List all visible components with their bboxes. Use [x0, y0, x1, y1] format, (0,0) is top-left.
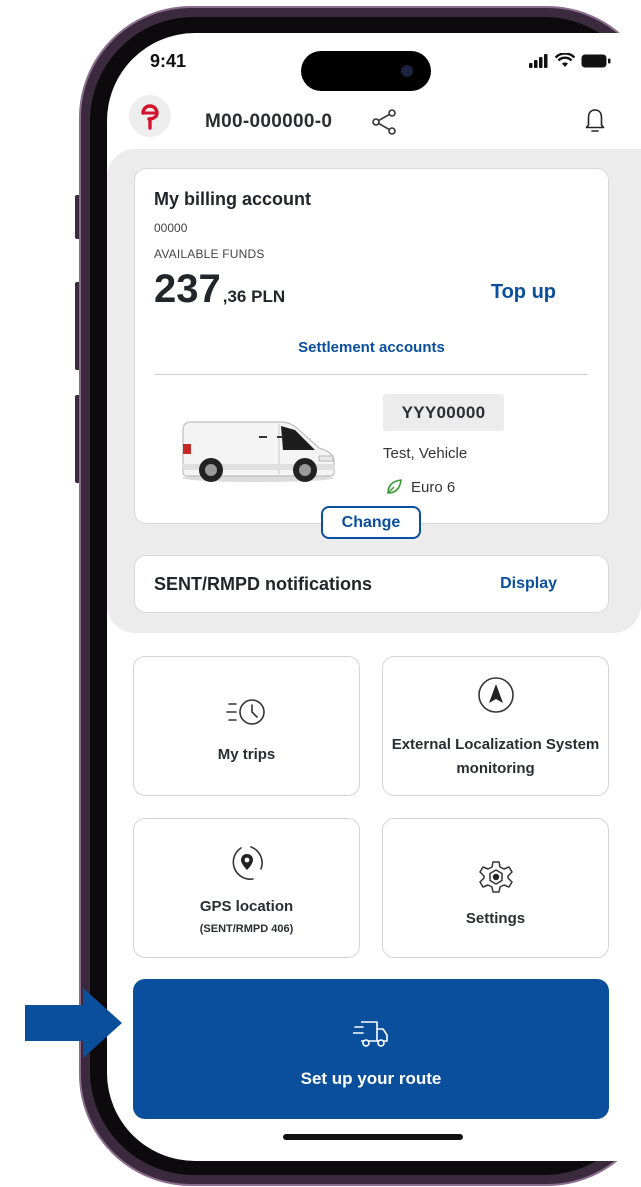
notifications-label: SENT/RMPD notifications	[154, 574, 373, 594]
account-id: M00-000000-0	[205, 111, 333, 132]
navigation-arrow-icon	[477, 677, 514, 713]
change-vehicle-button[interactable]: Change	[321, 506, 421, 539]
phone-screen: 9:41 M00-000000-0 My billing account 000…	[107, 33, 641, 1161]
tile-sublabel: (SENT/RMPD 406)	[199, 923, 294, 935]
dynamic-island	[301, 51, 431, 91]
tile-label: GPS location	[199, 898, 294, 915]
top-up-button[interactable]: Top up	[491, 281, 556, 304]
signal-icon	[529, 53, 548, 68]
gear-icon	[478, 861, 513, 893]
vehicle-name: Test, Vehicle	[383, 445, 468, 462]
tile-my-trips[interactable]: My trips	[133, 656, 360, 796]
set-up-route-label: Set up your route	[300, 1069, 442, 1088]
van-image	[182, 421, 335, 482]
camera-icon	[401, 65, 413, 77]
emission-class: Euro 6	[385, 478, 455, 496]
license-plate: YYY00000	[383, 394, 504, 431]
settlement-accounts-link[interactable]: Settlement accounts	[135, 339, 608, 356]
amount-decimal: ,36 PLN	[222, 287, 286, 306]
emission-class-label: Euro 6	[411, 478, 456, 496]
logo-icon	[141, 104, 159, 130]
status-time: 9:41	[150, 51, 187, 71]
divider	[155, 374, 588, 375]
display-notifications-button[interactable]: Display	[500, 575, 557, 593]
app-logo[interactable]	[129, 95, 171, 137]
pointer-arrow-icon	[25, 988, 122, 1058]
tile-gps-location[interactable]: GPS location (SENT/RMPD 406)	[133, 818, 360, 958]
billing-title: My billing account	[154, 189, 312, 209]
available-funds-label: AVAILABLE FUNDS	[154, 247, 265, 261]
billing-card: My billing account 00000 AVAILABLE FUNDS…	[134, 168, 609, 524]
wifi-icon	[555, 53, 575, 67]
location-pin-icon	[232, 846, 263, 880]
tile-label: External Localization System monitoring	[391, 736, 600, 777]
share-icon[interactable]	[371, 109, 397, 135]
tile-els-monitoring[interactable]: External Localization System monitoring	[382, 656, 609, 796]
amount-integer: 237	[154, 267, 221, 311]
tile-label: Settings	[465, 910, 526, 927]
status-icons	[529, 53, 611, 68]
bell-icon[interactable]	[585, 107, 605, 133]
trips-clock-icon	[225, 699, 265, 725]
billing-account-number: 00000	[154, 221, 188, 235]
home-indicator[interactable]	[283, 1134, 463, 1140]
battery-icon	[581, 54, 611, 67]
set-up-route-button[interactable]: Set up your route	[133, 979, 609, 1119]
leaf-icon	[387, 479, 402, 494]
tile-label: My trips	[217, 746, 276, 763]
notifications-card: SENT/RMPD notifications Display	[134, 555, 609, 613]
tile-settings[interactable]: Settings	[382, 818, 609, 958]
delivery-truck-icon	[353, 1021, 388, 1047]
available-funds-amount: 237 ,36 PLN	[154, 267, 285, 312]
